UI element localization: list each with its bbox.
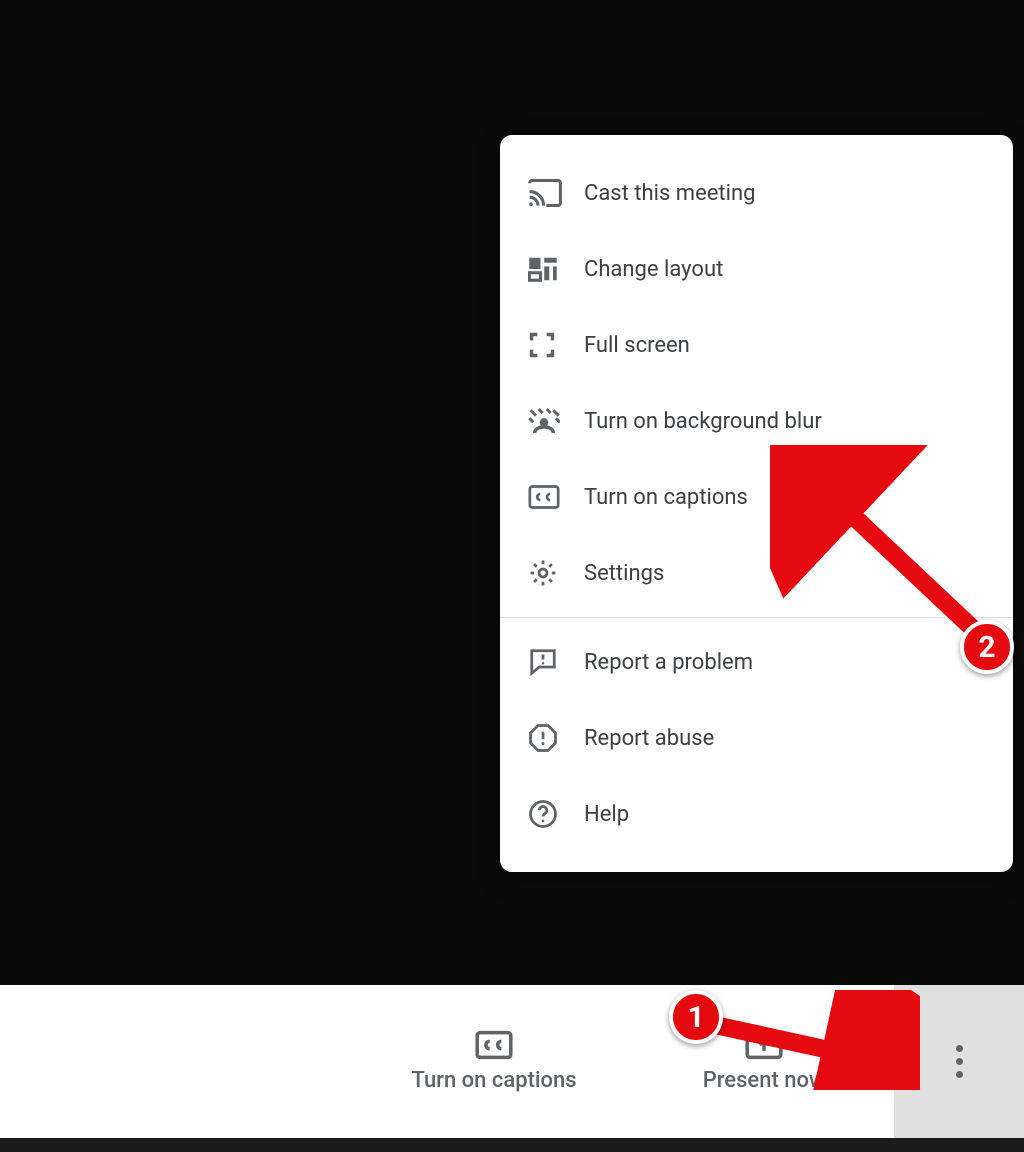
more-options-menu: Cast this meeting Change layout Full scr… — [500, 135, 1013, 872]
menu-item-label: Turn on background blur — [584, 409, 822, 434]
annotation-badge-2-text: 2 — [978, 630, 995, 665]
annotation-badge-1: 1 — [669, 990, 723, 1044]
menu-item-captions[interactable]: Turn on captions — [500, 459, 1013, 535]
menu-item-label: Report a problem — [584, 650, 753, 675]
menu-item-label: Report abuse — [584, 726, 714, 751]
menu-divider — [500, 617, 1013, 618]
menu-item-report-problem[interactable]: Report a problem — [500, 624, 1013, 700]
background-blur-icon — [528, 406, 584, 436]
more-vert-icon — [956, 1045, 963, 1078]
menu-item-report-abuse[interactable]: Report abuse — [500, 700, 1013, 776]
menu-item-layout[interactable]: Change layout — [500, 231, 1013, 307]
menu-item-help[interactable]: Help — [500, 776, 1013, 852]
fullscreen-icon — [528, 331, 584, 359]
captions-icon — [475, 1030, 513, 1060]
menu-item-label: Help — [584, 802, 629, 827]
annotation-badge-2: 2 — [960, 620, 1014, 674]
cast-icon — [528, 179, 584, 207]
menu-item-fullscreen[interactable]: Full screen — [500, 307, 1013, 383]
menu-item-cast[interactable]: Cast this meeting — [500, 155, 1013, 231]
captions-icon — [528, 484, 584, 510]
report-abuse-icon — [528, 723, 584, 753]
menu-item-label: Change layout — [584, 257, 723, 282]
captions-label: Turn on captions — [411, 1068, 576, 1093]
bottom-toolbar: Turn on captions Present now — [0, 985, 1024, 1138]
gear-icon — [528, 558, 584, 588]
annotation-badge-1-text: 1 — [687, 1000, 704, 1035]
more-options-button[interactable] — [894, 985, 1024, 1138]
layout-icon — [528, 254, 584, 284]
captions-button[interactable]: Turn on captions — [354, 985, 634, 1138]
menu-item-label: Full screen — [584, 333, 690, 358]
menu-item-settings[interactable]: Settings — [500, 535, 1013, 611]
feedback-icon — [528, 647, 584, 677]
menu-item-label: Cast this meeting — [584, 181, 755, 206]
menu-item-label: Settings — [584, 561, 664, 586]
window-bottom-shadow — [0, 1138, 1024, 1152]
menu-item-label: Turn on captions — [584, 485, 748, 510]
help-icon — [528, 799, 584, 829]
present-icon — [745, 1030, 783, 1060]
present-label: Present now — [703, 1068, 826, 1093]
menu-item-background-blur[interactable]: Turn on background blur — [500, 383, 1013, 459]
